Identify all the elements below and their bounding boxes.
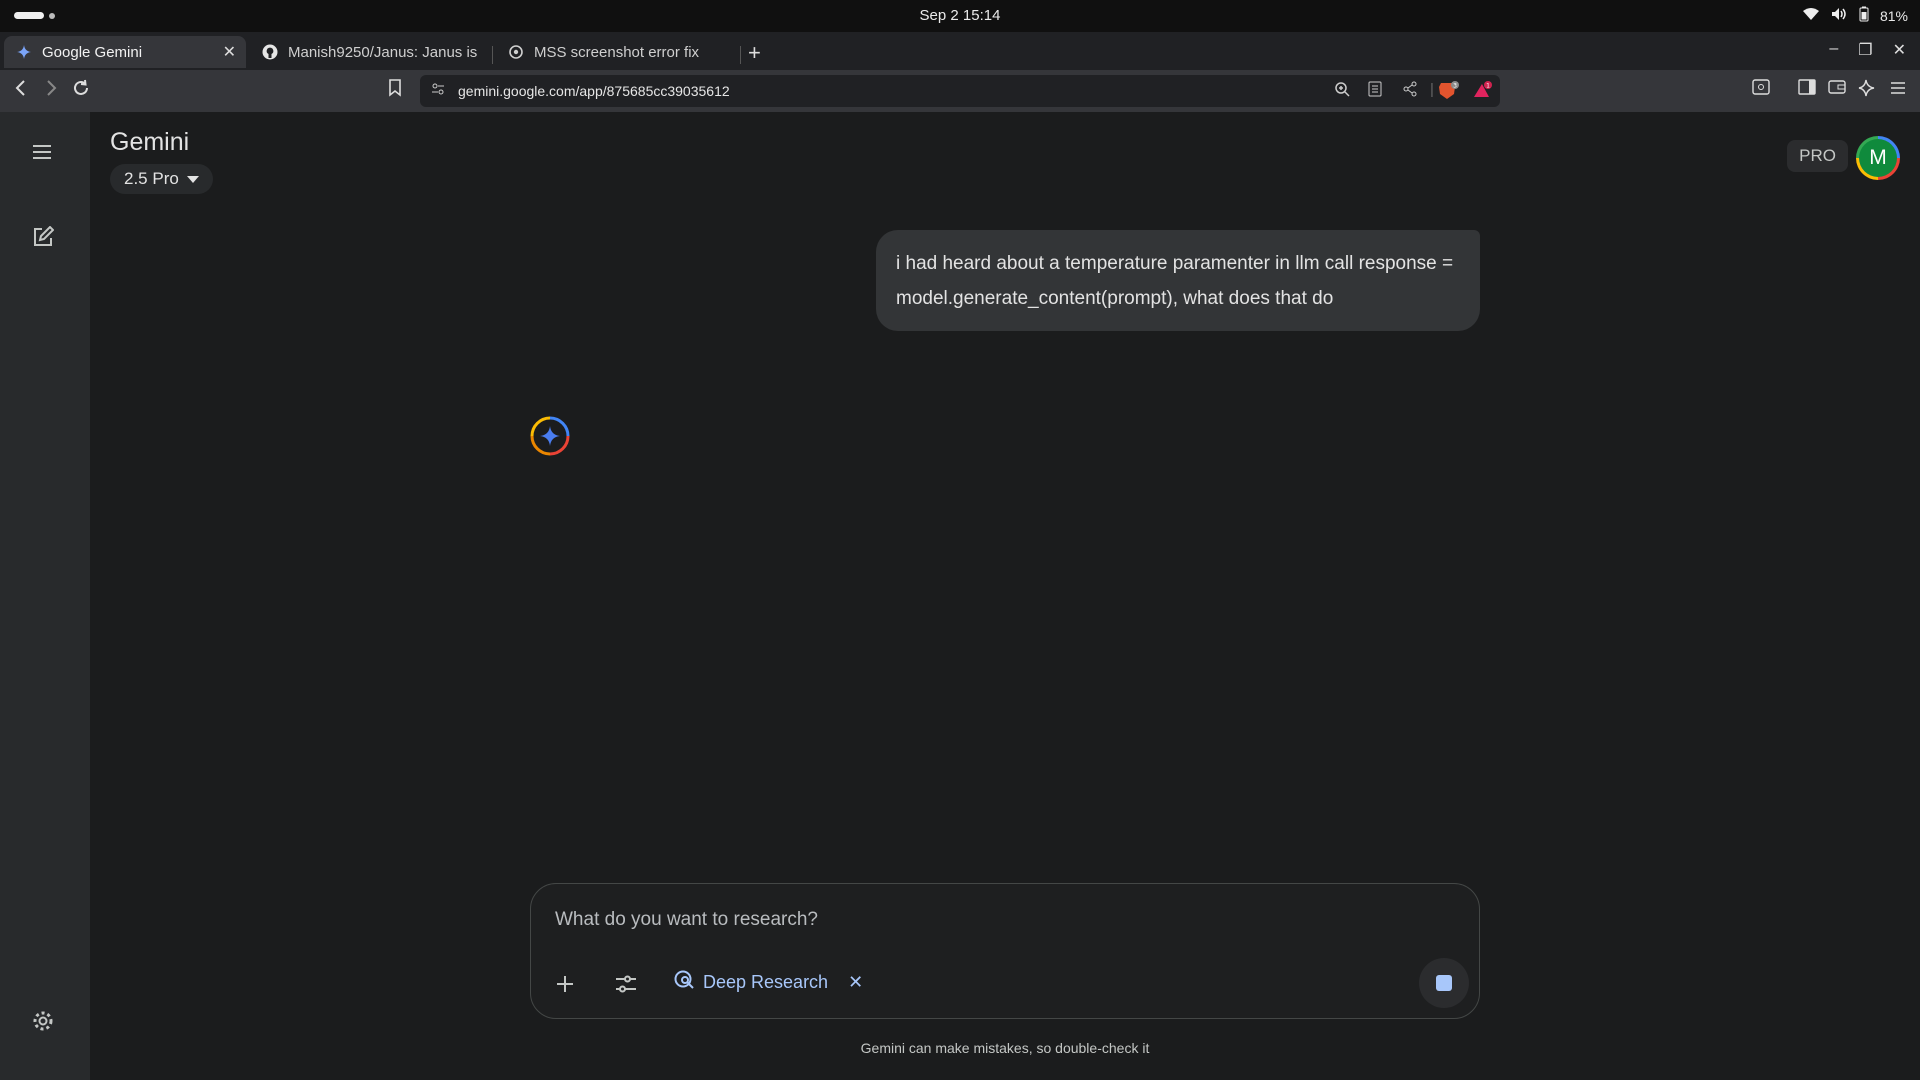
github-icon: [262, 44, 278, 60]
wallet-icon[interactable]: [1828, 79, 1846, 100]
minimize-icon[interactable]: –: [1829, 40, 1838, 60]
prompt-input[interactable]: [555, 906, 1435, 934]
system-clock[interactable]: Sep 2 15:14: [0, 7, 1920, 24]
system-top-bar: Sep 2 15:14 81%: [0, 0, 1920, 32]
model-label: 2.5 Pro: [124, 169, 179, 188]
window-controls: – ❐ ✕: [1829, 40, 1906, 60]
back-icon[interactable]: [14, 79, 28, 102]
stop-generation-button[interactable]: [1419, 958, 1469, 1008]
tab-separator: [740, 46, 741, 64]
settings-gear-icon[interactable]: [32, 1010, 54, 1037]
tab-github-janus[interactable]: Manish9250/Janus: Janus is a: [250, 36, 482, 68]
wifi-icon: [1802, 7, 1820, 24]
divider: |: [1430, 81, 1434, 98]
brave-rewards-icon[interactable]: 1: [1472, 81, 1494, 105]
svg-text:3: 3: [1453, 83, 1457, 90]
system-tray[interactable]: 81%: [1802, 6, 1908, 25]
gemini-loading-spinner-icon: [528, 414, 572, 458]
browser-toolbar: gemini.google.com/app/875685cc39035612 |…: [0, 70, 1920, 112]
main-content: Gemini 2.5 Pro PRO M i had heard about a…: [90, 112, 1920, 1080]
reader-mode-icon[interactable]: [1368, 81, 1382, 101]
app-title: Gemini: [110, 128, 190, 156]
model-selector[interactable]: 2.5 Pro: [110, 164, 213, 194]
add-attachment-icon[interactable]: [555, 974, 575, 994]
forward-icon[interactable]: [44, 79, 58, 102]
sidebar-toggle-icon[interactable]: [1798, 79, 1816, 100]
browser-menu-icon[interactable]: [1890, 79, 1906, 100]
account-avatar[interactable]: M: [1856, 136, 1900, 180]
volume-icon: [1830, 7, 1848, 24]
deep-research-icon: [673, 969, 695, 996]
zoom-icon[interactable]: [1334, 81, 1350, 101]
new-tab-button[interactable]: +: [748, 40, 761, 66]
new-chat-icon[interactable]: [32, 225, 55, 253]
share-icon[interactable]: [1402, 81, 1418, 101]
user-message-text: i had heard about a temperature parament…: [896, 253, 1454, 309]
prompt-composer: Deep Research ✕: [530, 883, 1480, 1019]
address-bar[interactable]: gemini.google.com/app/875685cc39035612 |…: [420, 75, 1500, 107]
disclaimer-text: Gemini can make mistakes, so double-chec…: [860, 1040, 1150, 1056]
close-window-icon[interactable]: ✕: [1893, 40, 1906, 60]
bookmark-icon[interactable]: [388, 79, 402, 102]
pro-badge[interactable]: PRO: [1787, 140, 1848, 172]
stop-icon: [1436, 975, 1452, 991]
tab-google-gemini[interactable]: Google Gemini ✕: [4, 36, 246, 68]
reload-icon[interactable]: [72, 79, 90, 102]
leo-ai-icon[interactable]: [1858, 79, 1876, 102]
battery-icon: [1858, 6, 1870, 25]
avatar-initial: M: [1859, 139, 1897, 177]
chevron-down-icon: [186, 175, 199, 183]
maximize-icon[interactable]: ❐: [1858, 40, 1872, 60]
gemini-icon: [16, 44, 32, 60]
tools-icon[interactable]: [615, 974, 637, 994]
deep-research-label: Deep Research: [703, 971, 829, 992]
openai-icon: [508, 44, 524, 60]
remove-tool-icon[interactable]: ✕: [848, 972, 863, 993]
url-text[interactable]: gemini.google.com/app/875685cc39035612: [458, 83, 730, 99]
tab-mss-screenshot[interactable]: MSS screenshot error fix: [496, 36, 736, 68]
svg-text:1: 1: [1486, 83, 1490, 90]
left-rail: [0, 112, 90, 1080]
tab-strip: Google Gemini ✕ Manish9250/Janus: Janus …: [0, 32, 1920, 70]
site-settings-icon[interactable]: [430, 81, 446, 101]
tab-separator: [492, 46, 493, 64]
user-message-bubble: i had heard about a temperature parament…: [876, 230, 1480, 331]
brave-shields-icon[interactable]: 3: [1438, 81, 1460, 105]
deep-research-chip[interactable]: Deep Research ✕: [673, 966, 863, 998]
screenshot-icon[interactable]: [1752, 79, 1770, 100]
close-tab-icon[interactable]: ✕: [223, 42, 236, 62]
battery-level: 81%: [1879, 7, 1908, 24]
main-menu-icon[interactable]: [32, 144, 52, 165]
